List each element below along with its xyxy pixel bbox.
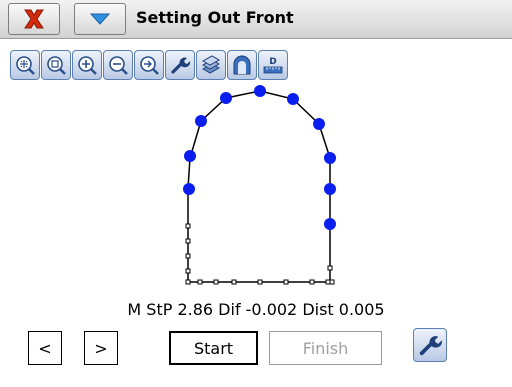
dimension-button[interactable]: D [258, 50, 288, 80]
vertex-marker [231, 279, 237, 285]
close-button[interactable] [8, 3, 60, 35]
finish-button[interactable]: Finish [269, 331, 382, 365]
set-point [324, 152, 336, 164]
tunnel-profile-button[interactable] [227, 50, 257, 80]
vertex-marker [283, 279, 289, 285]
options-button[interactable] [413, 328, 447, 362]
window-title: Setting Out Front [136, 8, 294, 27]
zoom-extents-button[interactable] [10, 50, 40, 80]
wrench-icon [171, 57, 191, 74]
zoom-window-button[interactable] [41, 50, 71, 80]
zoom-next-button[interactable] [134, 50, 164, 80]
zoom-in-icon [78, 56, 97, 75]
layers-icon [201, 55, 221, 74]
vertex-marker [257, 279, 263, 285]
previous-button[interactable]: < [28, 331, 62, 365]
set-point [183, 183, 195, 195]
set-point [220, 92, 232, 104]
vertex-marker [185, 279, 191, 285]
dimension-icon: D [263, 57, 283, 74]
zoom-window-icon [47, 56, 66, 75]
profile-canvas[interactable] [0, 82, 512, 297]
zoom-extents-icon [16, 56, 35, 75]
wrench-icon [419, 336, 442, 356]
set-point [287, 93, 299, 105]
vertex-markers [185, 223, 335, 285]
vertex-marker [309, 279, 315, 285]
vertex-marker [329, 279, 335, 285]
settings-button[interactable] [165, 50, 195, 80]
set-point [254, 85, 266, 97]
setout-points [183, 85, 336, 230]
status-readout: M StP 2.86 Dif -0.002 Dist 0.005 [127, 300, 385, 319]
zoom-in-button[interactable] [72, 50, 102, 80]
start-button[interactable]: Start [169, 331, 258, 365]
chevron-down-icon [89, 13, 111, 25]
set-point [184, 150, 196, 162]
menu-dropdown-button[interactable] [74, 3, 126, 35]
title-bar: Setting Out Front [0, 0, 512, 39]
vertex-marker [185, 253, 191, 259]
zoom-next-icon [140, 56, 159, 75]
vertex-marker [185, 223, 191, 229]
set-point [195, 115, 207, 127]
set-point [313, 118, 325, 130]
vertex-marker [325, 279, 331, 285]
vertex-marker [213, 279, 219, 285]
vertex-marker [185, 268, 191, 274]
set-point [324, 183, 336, 195]
set-point [324, 218, 336, 230]
layers-button[interactable] [196, 50, 226, 80]
zoom-out-button[interactable] [103, 50, 133, 80]
vertex-marker [327, 265, 333, 271]
tunnel-profile-icon [233, 55, 251, 75]
close-icon [24, 9, 44, 29]
vertex-marker [185, 238, 191, 244]
tunnel-profile-outline [187, 90, 331, 283]
next-button[interactable]: > [84, 331, 118, 365]
zoom-out-icon [109, 56, 128, 75]
vertex-marker [197, 279, 203, 285]
dimension-glyph: D [269, 57, 276, 67]
